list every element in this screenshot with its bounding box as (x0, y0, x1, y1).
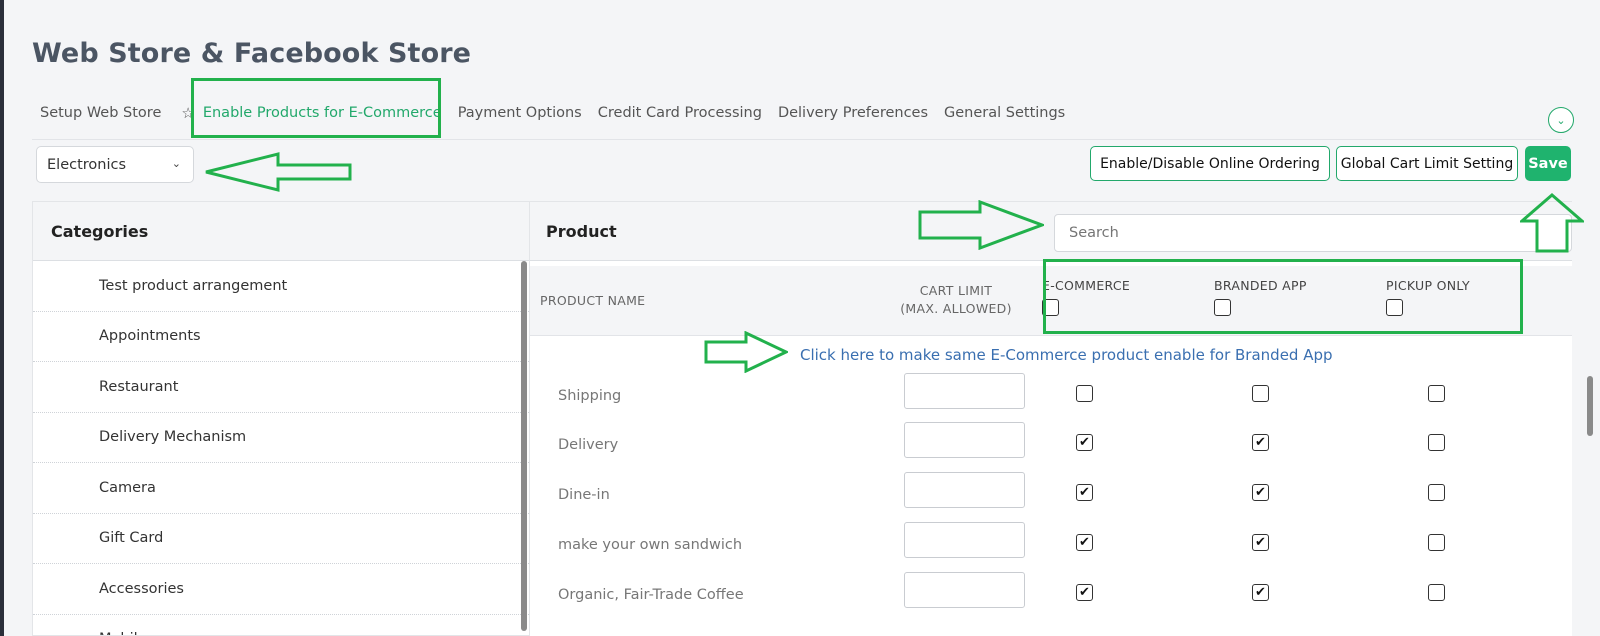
column-cart-limit-sub: (MAX. ALLOWED) (900, 301, 1012, 316)
table-row: Dine-in ✔ ✔ (530, 472, 1550, 530)
cart-limit-input[interactable] (904, 472, 1025, 508)
pickup-only-checkbox[interactable] (1428, 584, 1445, 601)
column-pickup-only-label: PICKUP ONLY (1386, 278, 1470, 293)
star-icon[interactable]: ☆ (181, 104, 194, 122)
category-select-value: Electronics (47, 156, 127, 173)
cart-limit-input[interactable] (904, 373, 1025, 409)
online-ordering-button[interactable]: Enable/Disable Online Ordering (1090, 146, 1330, 181)
ecommerce-checkbox[interactable] (1076, 385, 1093, 402)
table-row: Shipping (530, 373, 1550, 431)
products-column-header: PRODUCT NAME CART LIMIT (MAX. ALLOWED) E… (530, 266, 1572, 336)
collapse-button[interactable]: ⌄ (1548, 107, 1574, 133)
category-item[interactable]: Test product arrangement (33, 261, 529, 312)
column-ecommerce-label: E-COMMERCE (1042, 278, 1131, 293)
tab-payment-options[interactable]: Payment Options (450, 105, 590, 121)
category-item[interactable]: Accessories (33, 564, 529, 615)
cart-limit-input[interactable] (904, 522, 1025, 558)
search-input[interactable] (1054, 214, 1572, 252)
cart-limit-input[interactable] (904, 422, 1025, 458)
ecommerce-checkbox[interactable]: ✔ (1076, 484, 1093, 501)
pickup-only-checkbox[interactable] (1428, 385, 1445, 402)
categories-panel: Categories Test product arrangement Appo… (32, 201, 530, 636)
column-branded-app-label: BRANDED APP (1214, 278, 1307, 293)
category-item[interactable]: Gift Card (33, 514, 529, 564)
column-cart-limit: CART LIMIT (MAX. ALLOWED) (886, 282, 1026, 318)
ecommerce-checkbox[interactable]: ✔ (1076, 434, 1093, 451)
products-header: Product (530, 202, 1572, 261)
product-name: Shipping (558, 388, 622, 404)
categories-scrollbar[interactable] (521, 261, 527, 631)
tab-setup-web-store[interactable]: Setup Web Store (32, 105, 169, 121)
pickup-only-select-all-checkbox[interactable] (1386, 299, 1403, 316)
tab-general-settings[interactable]: General Settings (936, 105, 1073, 121)
product-name: Organic, Fair-Trade Coffee (558, 587, 744, 603)
ecommerce-checkbox[interactable]: ✔ (1076, 534, 1093, 551)
category-item[interactable]: Appointments (33, 312, 529, 362)
pickup-only-checkbox[interactable] (1428, 534, 1445, 551)
tab-credit-card-processing[interactable]: Credit Card Processing (590, 105, 770, 121)
branded-app-checkbox[interactable]: ✔ (1252, 584, 1269, 601)
tabs-divider (32, 139, 1562, 140)
products-title: Product (546, 222, 617, 241)
arrow-left-icon (205, 152, 352, 192)
branded-app-checkbox[interactable]: ✔ (1252, 434, 1269, 451)
column-ecommerce: E-COMMERCE (1042, 278, 1130, 316)
branded-app-checkbox[interactable] (1252, 385, 1269, 402)
product-name: Delivery (558, 437, 619, 453)
product-name: Dine-in (558, 487, 610, 503)
column-product-name: PRODUCT NAME (540, 293, 646, 308)
tab-delivery-preferences[interactable]: Delivery Preferences (770, 105, 936, 121)
category-item[interactable]: Mobiles (33, 615, 529, 635)
table-row: make your own sandwich ✔ ✔ (530, 522, 1550, 580)
cart-limit-input[interactable] (904, 572, 1025, 608)
column-cart-limit-label: CART LIMIT (919, 283, 993, 298)
table-row: Organic, Fair-Trade Coffee ✔ ✔ (530, 572, 1550, 630)
ecommerce-checkbox[interactable]: ✔ (1076, 584, 1093, 601)
product-name: make your own sandwich (558, 537, 743, 553)
chevron-down-icon: ⌄ (1556, 113, 1566, 127)
chevron-down-icon: ⌄ (171, 157, 181, 170)
column-branded-app: BRANDED APP (1214, 278, 1307, 316)
categories-header: Categories (33, 202, 529, 261)
branded-app-select-all-checkbox[interactable] (1214, 299, 1231, 316)
enable-branded-app-link[interactable]: Click here to make same E-Commerce produ… (800, 346, 1333, 364)
ecommerce-select-all-checkbox[interactable] (1042, 299, 1059, 316)
cart-limit-button[interactable]: Global Cart Limit Setting (1336, 146, 1518, 181)
left-edge-strip (0, 0, 4, 636)
branded-app-checkbox[interactable]: ✔ (1252, 484, 1269, 501)
save-button[interactable]: Save (1525, 146, 1571, 181)
branded-app-checkbox[interactable]: ✔ (1252, 534, 1269, 551)
category-select[interactable]: Electronics ⌄ (36, 146, 194, 183)
category-item[interactable]: Camera (33, 463, 529, 514)
table-row: Delivery ✔ ✔ (530, 422, 1550, 480)
pickup-only-checkbox[interactable] (1428, 484, 1445, 501)
products-panel: Product PRODUCT NAME CART LIMIT (MAX. AL… (530, 201, 1572, 636)
tab-enable-products[interactable]: Enable Products for E-Commerce (195, 105, 450, 121)
category-item[interactable]: Restaurant (33, 362, 529, 413)
products-scrollbar[interactable] (1587, 376, 1593, 436)
tab-bar: Setup Web Store ☆ Enable Products for E-… (32, 98, 1073, 128)
category-item[interactable]: Delivery Mechanism (33, 413, 529, 463)
column-pickup-only: PICKUP ONLY (1386, 278, 1470, 316)
pickup-only-checkbox[interactable] (1428, 434, 1445, 451)
page-title: Web Store & Facebook Store (32, 38, 472, 69)
